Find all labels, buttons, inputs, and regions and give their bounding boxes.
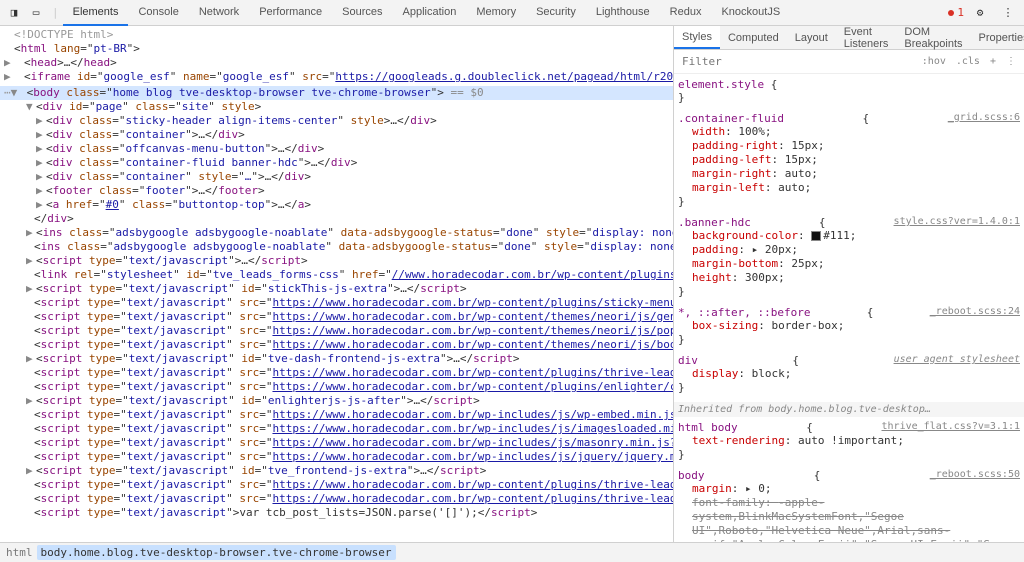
crumb-body[interactable]: body.home.blog.tve-desktop-browser.tve-c…: [37, 545, 396, 560]
tab-console[interactable]: Console: [128, 0, 188, 26]
selected-node[interactable]: ⋯▼<body class="home blog tve-desktop-bro…: [0, 86, 673, 100]
styles-tab-layout[interactable]: Layout: [787, 26, 836, 49]
add-rule-button[interactable]: +: [986, 54, 1000, 69]
styles-tab-dom-bp[interactable]: DOM Breakpoints: [896, 26, 970, 49]
settings-icon[interactable]: ⚙: [970, 3, 990, 23]
styles-tab-events[interactable]: Event Listeners: [836, 26, 897, 49]
tab-memory[interactable]: Memory: [466, 0, 526, 26]
elements-tree[interactable]: <!DOCTYPE html> <html lang="pt-BR"> ▶<he…: [0, 26, 674, 542]
more-icon[interactable]: ⋮: [998, 3, 1018, 23]
tab-elements[interactable]: Elements: [63, 0, 129, 26]
tab-application[interactable]: Application: [393, 0, 467, 26]
panel-tabs: Elements Console Network Performance Sou…: [63, 0, 791, 26]
inspect-icon[interactable]: ◨: [4, 3, 24, 23]
more-icon[interactable]: ⋮: [1002, 54, 1020, 69]
crumb-html[interactable]: html: [6, 546, 33, 559]
tab-lighthouse[interactable]: Lighthouse: [586, 0, 660, 26]
styles-tab-computed[interactable]: Computed: [720, 26, 787, 49]
tab-redux[interactable]: Redux: [660, 0, 712, 26]
tab-network[interactable]: Network: [189, 0, 249, 26]
cls-button[interactable]: .cls: [952, 54, 984, 69]
styles-filter-input[interactable]: [678, 53, 918, 70]
styles-tab-props[interactable]: Properties: [970, 26, 1024, 49]
breadcrumb: html body.home.blog.tve-desktop-browser.…: [0, 542, 1024, 562]
device-icon[interactable]: ▭: [26, 3, 46, 23]
devtools-toolbar: ◨ ▭ | Elements Console Network Performan…: [0, 0, 1024, 26]
tab-knockout[interactable]: KnockoutJS: [711, 0, 790, 26]
error-count[interactable]: 1: [948, 6, 964, 19]
tab-security[interactable]: Security: [526, 0, 586, 26]
styles-panel: Styles Computed Layout Event Listeners D…: [674, 26, 1024, 542]
styles-tab-styles[interactable]: Styles: [674, 26, 720, 49]
hov-button[interactable]: :hov: [918, 54, 950, 69]
styles-rules[interactable]: element.style {}.container-fluid {_grid.…: [674, 74, 1024, 542]
tab-performance[interactable]: Performance: [249, 0, 332, 26]
tab-sources[interactable]: Sources: [332, 0, 392, 26]
